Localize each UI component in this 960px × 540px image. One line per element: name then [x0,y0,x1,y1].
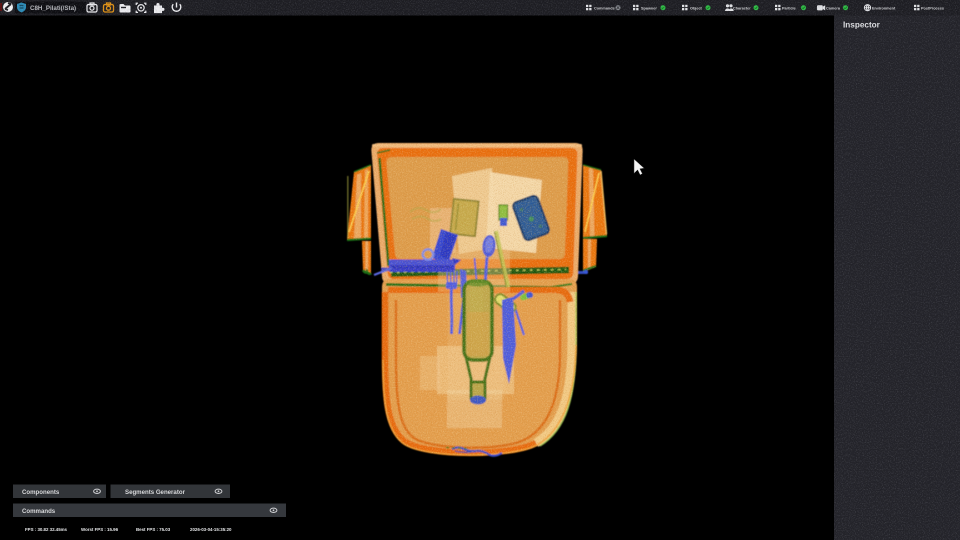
svg-text:Commands: Commands [22,508,56,515]
svg-text:FPS : 30.82 32.45ms: FPS : 30.82 32.45ms [25,527,68,532]
svg-text:Segments Generator: Segments Generator [125,489,186,496]
svg-text:2026-03-04-15:35:20: 2026-03-04-15:35:20 [190,527,232,532]
svg-text:Components: Components [22,489,60,496]
svg-text:Worst FPS : 15.96: Worst FPS : 15.96 [81,527,119,532]
svg-text:Best FPS : 75.03: Best FPS : 75.03 [136,527,171,532]
